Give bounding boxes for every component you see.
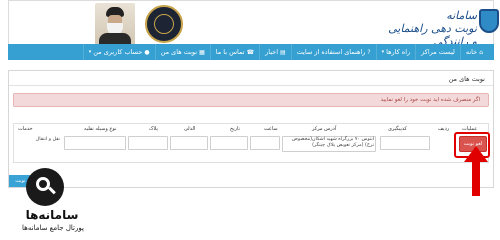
header-vehicle-type: نوع وسیله نقلیه xyxy=(84,126,117,132)
red-arrow-icon xyxy=(464,146,488,196)
nav-news[interactable]: ▤ اخبار xyxy=(259,44,291,60)
header-row: ردیف xyxy=(438,126,450,132)
vehicle-type-cell xyxy=(64,136,126,150)
watermark-name: سامانه‌ها xyxy=(25,208,79,222)
user-icon: ● xyxy=(144,48,150,56)
question-icon: ? xyxy=(367,48,371,56)
cancel-alert: اگر منصرف شده اید نوبت خود را لغو نمایید xyxy=(13,93,489,107)
site-title: سامانه نوبت دهی راهنمایی و رانندگی xyxy=(387,9,477,48)
calendar-icon: ▦ xyxy=(199,48,205,56)
header-time: ساعت xyxy=(264,126,278,132)
nav-solutions-label: راه کارها xyxy=(386,48,411,56)
nav-solutions[interactable]: راه کارها ▾ xyxy=(375,44,416,60)
nav-my-turns[interactable]: ▦ نوبت های من xyxy=(154,44,210,60)
nav-my-account[interactable]: ● حساب کاربری من ▾ xyxy=(82,44,155,60)
panel-title: نوبت های من xyxy=(448,75,485,83)
header-date: تاریخ xyxy=(230,126,240,132)
site-title-line1: سامانه xyxy=(446,9,477,22)
nav-site-guide[interactable]: ? راهنمای استفاده از سایت xyxy=(290,44,376,60)
services-text: نقل و انتقال xyxy=(35,137,60,142)
nav-centers-list[interactable]: لیست مراکز xyxy=(415,44,460,60)
date-cell xyxy=(210,136,248,150)
news-icon: ▤ xyxy=(280,48,286,56)
plate-cell xyxy=(128,136,168,150)
phone-icon: ☎ xyxy=(246,48,255,56)
nav-home[interactable]: ⌂ خانه xyxy=(459,44,488,60)
chevron-down-icon: ▾ xyxy=(88,49,92,55)
turns-table: عملیات ردیف کدپیگیری آدرس مرکز ساعت تاری… xyxy=(13,123,490,163)
police-logo-icon[interactable] xyxy=(479,9,499,37)
emblem-logo xyxy=(145,5,183,43)
header-plate: پلاک xyxy=(149,126,158,132)
nav-site-guide-label: راهنمای استفاده از سایت xyxy=(296,48,366,56)
header-tracking-code: کدپیگیری xyxy=(388,126,407,132)
samaneha-watermark: سامانه‌ها پورتال جامع سامانه‌ها xyxy=(8,166,98,236)
nav-news-label: اخبار xyxy=(265,48,278,56)
time-cell xyxy=(250,136,280,150)
watermark-subtitle: پورتال جامع سامانه‌ها xyxy=(22,224,84,232)
nav-centers-label: لیست مراکز xyxy=(421,48,455,56)
title-divider xyxy=(9,85,493,86)
nav-my-account-label: حساب کاربری من xyxy=(93,48,143,56)
header-day: الدلی xyxy=(184,126,196,132)
nav-home-label: خانه xyxy=(465,48,478,56)
home-icon: ⌂ xyxy=(479,48,483,56)
tracking-code-cell xyxy=(380,136,430,150)
nav-my-turns-label: نوبت های من xyxy=(160,48,198,56)
day-cell xyxy=(170,136,208,150)
center-address-text: ابتوس ۷۰ بزرگراه شهید اشکان(مخصوص ترخ) (… xyxy=(292,137,374,148)
nav-contact-label: تماس با ما xyxy=(215,48,245,56)
header-center-address: آدرس مرکز xyxy=(312,126,337,132)
search-person-icon xyxy=(26,168,64,206)
nav-contact[interactable]: ☎ تماس با ما xyxy=(209,44,259,60)
site-header: سامانه نوبت دهی راهنمایی و رانندگی xyxy=(8,0,499,48)
header-services: خدمات xyxy=(18,126,33,132)
leader-portrait-image xyxy=(95,3,135,45)
main-navbar: ⌂ خانه لیست مراکز راه کارها ▾ ? راهنمای … xyxy=(8,44,494,60)
chevron-down-icon: ▾ xyxy=(381,49,385,55)
